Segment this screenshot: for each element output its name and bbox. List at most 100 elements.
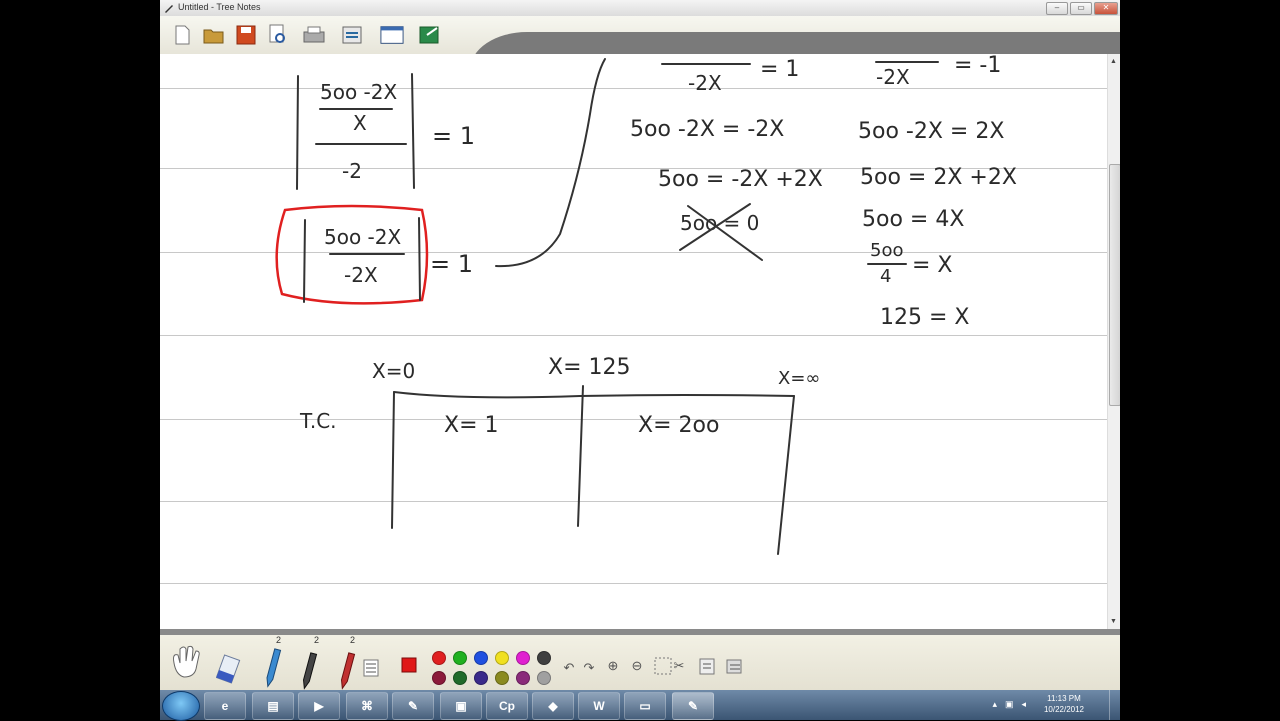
app-icon — [165, 5, 173, 13]
tree-notes-window: Untitled - Tree Notes – ▭ ✕ 5oo -2X X -2… — [160, 0, 1120, 690]
pen-size-3: 2 — [350, 635, 356, 645]
top-right-denominator: -2X — [876, 65, 910, 89]
eq1-denom-inner: X — [353, 111, 367, 135]
blue-pen-icon[interactable] — [262, 647, 282, 690]
close-button[interactable]: ✕ — [1094, 2, 1118, 15]
test-x-200: X= 2oo — [638, 413, 719, 438]
zoom-out-icon[interactable]: ⊖ — [628, 657, 646, 675]
case-b-work: 5oo -2X = 2X 5oo = 2X +2X 5oo = 4X 5oo 4… — [858, 119, 1017, 330]
minimize-button[interactable]: – — [1046, 2, 1068, 15]
test-x-1: X= 1 — [444, 413, 499, 438]
taskbar-tree-notes-icon[interactable]: ✎ — [672, 692, 714, 720]
color-olive[interactable] — [495, 671, 509, 685]
color-magenta[interactable] — [516, 651, 530, 665]
window-title: Untitled - Tree Notes — [178, 2, 261, 12]
eq1-denominator: -2 — [342, 159, 362, 183]
vertical-scrollbar[interactable]: ▲ ▼ — [1107, 54, 1120, 629]
color-dark-green[interactable] — [453, 671, 467, 685]
top-left-denominator: -2X — [688, 71, 722, 95]
point-x-infinity: X=∞ — [778, 368, 820, 389]
color-yellow[interactable] — [495, 651, 509, 665]
case-a-line-2: 5oo = -2X +2X — [658, 167, 823, 192]
color-purple[interactable] — [516, 671, 530, 685]
taskbar-cube-icon[interactable]: ▣ — [440, 692, 482, 720]
line-style-icon[interactable] — [362, 659, 380, 677]
eq2-numerator: 5oo -2X — [324, 225, 401, 249]
test-case-diagram: T.C. X=0 X= 125 X=∞ X= 1 X= 2oo — [299, 355, 820, 555]
taskbar-recorder-icon[interactable]: ▭ — [624, 692, 666, 720]
print-icon[interactable] — [302, 22, 326, 48]
case-b-line-3: 5oo = 4X — [862, 207, 964, 232]
eq2-denominator: -2X — [344, 263, 378, 287]
case-b-line-4: = X — [912, 253, 953, 278]
case-a-work: 5oo -2X = -2X 5oo = -2X +2X 5oo = 0 — [630, 117, 823, 261]
scissors-icon[interactable]: ✂ — [670, 657, 688, 675]
color-green[interactable] — [453, 651, 467, 665]
window-icon[interactable] — [380, 22, 404, 48]
eq1-numerator: 5oo -2X — [320, 80, 397, 104]
point-x-125: X= 125 — [548, 355, 631, 380]
print-preview-icon[interactable] — [266, 22, 290, 48]
case-b-frac-numerator: 5oo — [870, 240, 903, 261]
handwriting-layer: 5oo -2X X -2 = 1 5oo -2X -2X = 1 -2X = 1… — [275, 54, 1017, 555]
scrollbar-thumb[interactable] — [1109, 164, 1120, 406]
zoom-in-icon[interactable]: ⊕ — [604, 657, 622, 675]
color-gray[interactable] — [537, 671, 551, 685]
clock-date: 10/22/2012 — [1043, 705, 1084, 714]
color-black[interactable] — [537, 651, 551, 665]
eraser-icon[interactable] — [215, 653, 242, 690]
color-red[interactable] — [432, 651, 446, 665]
taskbar-captivate-icon[interactable]: Cp — [486, 692, 528, 720]
main-toolbar — [160, 16, 1120, 70]
case-a-line-1: 5oo -2X = -2X — [630, 117, 784, 142]
show-desktop-button[interactable] — [1109, 690, 1120, 720]
tc-label: T.C. — [299, 409, 337, 433]
color-dark-blue[interactable] — [474, 671, 488, 685]
top-left-rhs: = 1 — [760, 57, 799, 82]
taskbar-ie-icon[interactable]: e — [204, 692, 246, 720]
equation-1: 5oo -2X X -2 = 1 — [296, 73, 475, 190]
hand-tool-icon[interactable] — [168, 643, 206, 684]
title-bar: Untitled - Tree Notes – ▭ ✕ — [160, 0, 1120, 17]
insert-page-icon[interactable] — [726, 657, 744, 675]
undo-icon[interactable]: ↶ — [560, 659, 578, 677]
black-pen-icon[interactable] — [298, 651, 318, 690]
new-page-icon[interactable] — [170, 22, 194, 48]
start-button[interactable] — [162, 691, 200, 721]
open-folder-icon[interactable] — [202, 22, 226, 48]
fill-color-icon[interactable] — [400, 656, 418, 674]
taskbar-game-icon[interactable]: ◆ — [532, 692, 574, 720]
top-fragments: -2X = 1 -2X = -1 — [661, 54, 1001, 95]
taskbar-network-icon[interactable]: ⌘ — [346, 692, 388, 720]
pen-size-2: 2 — [314, 635, 320, 645]
palette-band — [160, 629, 1120, 635]
system-clock[interactable]: 11:13 PM 10/22/2012 — [1044, 693, 1084, 715]
top-right-rhs: = -1 — [954, 54, 1001, 78]
eq1-rhs: = 1 — [432, 122, 475, 150]
pen-size-1: 2 — [276, 635, 282, 645]
case-b-line-2: 5oo = 2X +2X — [860, 165, 1017, 190]
scroll-down-icon[interactable]: ▼ — [1110, 618, 1117, 625]
maximize-button[interactable]: ▭ — [1070, 2, 1092, 15]
export-icon[interactable] — [418, 22, 442, 48]
taskbar-explorer-icon[interactable]: ▤ — [252, 692, 294, 720]
pen-palette: 2 2 2 ↶ ↷ ⊕ ⊖ ✂ — [160, 629, 1120, 690]
redo-icon[interactable]: ↷ — [580, 659, 598, 677]
clock-time: 11:13 PM — [1047, 694, 1081, 703]
color-dark-red[interactable] — [432, 671, 446, 685]
system-tray: ▴▣◂ — [992, 699, 1034, 709]
taskbar-word-icon[interactable]: W — [578, 692, 620, 720]
taskbar: e ▤ ▶ ⌘ ✎ ▣ Cp ◆ W ▭ ✎ ▴▣◂ 11:13 PM 10/2… — [160, 690, 1120, 721]
case-b-frac-denominator: 4 — [880, 266, 891, 287]
scroll-up-icon[interactable]: ▲ — [1110, 58, 1117, 65]
note-canvas[interactable]: 5oo -2X X -2 = 1 5oo -2X -2X = 1 -2X = 1… — [160, 54, 1108, 629]
taskbar-media-icon[interactable]: ▶ — [298, 692, 340, 720]
red-pen-icon[interactable] — [336, 651, 356, 690]
case-b-line-1: 5oo -2X = 2X — [858, 119, 1004, 144]
paste-icon[interactable] — [698, 657, 716, 675]
scan-icon[interactable] — [340, 22, 364, 48]
taskbar-pen-app-icon[interactable]: ✎ — [392, 692, 434, 720]
point-x-0: X=0 — [372, 359, 415, 383]
color-blue[interactable] — [474, 651, 488, 665]
save-icon[interactable] — [234, 22, 258, 48]
